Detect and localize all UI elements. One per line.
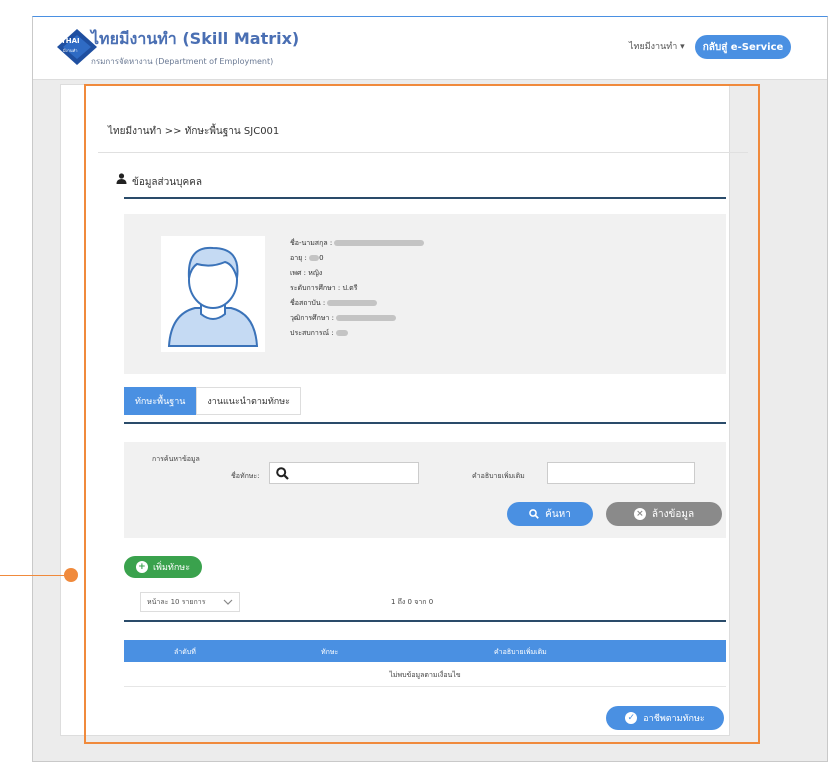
per-page-value: หน้าละ 10 รายการ: [147, 597, 206, 606]
app-subtitle: กรมการจัดหางาน (Department of Employment…: [91, 57, 274, 66]
empty-table-message: ไม่พบข้อมูลตามเงื่อนไข: [124, 664, 726, 687]
clear-button-label: ล้างข้อมูล: [651, 508, 695, 520]
description-label: คำอธิบายเพิ่มเติม: [472, 472, 525, 480]
tab-recommended-jobs[interactable]: งานแนะนำตามทักษะ: [196, 387, 301, 415]
redacted-value: [336, 315, 397, 321]
avatar-icon: [161, 236, 265, 352]
description-input[interactable]: [547, 462, 695, 484]
info-education: ระดับการศึกษา : ป.ตรี: [290, 284, 358, 292]
callout-line: [0, 575, 72, 576]
info-degree: วุฒิการศึกษา :: [290, 311, 424, 326]
breadcrumb: ไทยมีงานทำ >> ทักษะพื้นฐาน SJC001: [108, 126, 280, 137]
search-heading: การค้นหาข้อมูล: [152, 455, 200, 463]
personal-info-title: ข้อมูลส่วนบุคคล: [132, 177, 202, 188]
search-icon: [529, 509, 539, 519]
section-divider: [124, 197, 726, 199]
add-skill-label: เพิ่มทักษะ: [152, 563, 191, 573]
table-divider: [124, 620, 726, 622]
career-by-skill-button[interactable]: ✓ อาชีพตามทักษะ: [606, 706, 724, 730]
tab-divider: [124, 422, 726, 424]
check-icon: ✓: [625, 712, 638, 724]
redacted-value: [327, 300, 378, 306]
back-to-eservice-button[interactable]: กลับสู่ e-Service: [695, 35, 791, 59]
info-gender: เพศ : หญิง: [290, 269, 323, 277]
search-icon: [276, 467, 289, 480]
search-button[interactable]: ค้นหา: [507, 502, 593, 526]
search-button-label: ค้นหา: [545, 508, 571, 520]
info-institute: ชื่อสถาบัน :: [290, 296, 424, 311]
tab-basic-skills[interactable]: ทักษะพื้นฐาน: [124, 387, 197, 415]
chevron-down-icon: [223, 599, 233, 605]
col-skill[interactable]: ทักษะ: [321, 647, 338, 658]
user-icon: [116, 173, 127, 184]
tab-bar: ทักษะพื้นฐาน งานแนะนำตามทักษะ: [124, 387, 301, 415]
col-description[interactable]: คำอธิบายเพิ่มเติม: [494, 647, 547, 658]
callout-dot: [64, 568, 78, 582]
app-title: ไทยมีงานทำ (Skill Matrix): [91, 29, 300, 48]
redacted-value: [309, 255, 320, 261]
skill-name-label: ชื่อทักษะ:: [231, 472, 260, 480]
info-name: ชื่อ-นามสกุล :: [290, 236, 425, 251]
info-age: อายุ : 0: [290, 254, 324, 262]
divider: [98, 152, 748, 153]
career-button-label: อาชีพตามทักษะ: [643, 714, 705, 724]
skill-name-input[interactable]: [269, 462, 419, 484]
app-header: THAI มีงานทำ ไทยมีงานทำ (Skill Matrix) ก…: [33, 17, 827, 80]
clear-button[interactable]: × ล้างข้อมูล: [606, 502, 722, 526]
personal-info-list: ชื่อ-นามสกุล : อายุ : 0 เพศ : หญิง ระดับ…: [290, 236, 425, 341]
add-skill-button[interactable]: + เพิ่มทักษะ: [124, 556, 202, 578]
pagination-range: 1 ถึง 0 จาก 0: [391, 598, 434, 606]
logo-text-top: THAI: [61, 37, 80, 45]
redacted-value: [334, 240, 425, 246]
plus-icon: +: [135, 561, 148, 573]
table-header: ลำดับที่ ทักษะ คำอธิบายเพิ่มเติม: [124, 640, 726, 662]
col-order[interactable]: ลำดับที่: [174, 647, 196, 658]
close-icon: ×: [633, 508, 646, 520]
per-page-select[interactable]: หน้าละ 10 รายการ: [140, 592, 240, 612]
language-dropdown[interactable]: ไทยมีงานทำ ▾: [629, 39, 685, 53]
redacted-value: [335, 330, 348, 336]
logo-text-bottom: มีงานทำ: [63, 48, 78, 53]
info-experience: ประสบการณ์ :: [290, 326, 424, 341]
